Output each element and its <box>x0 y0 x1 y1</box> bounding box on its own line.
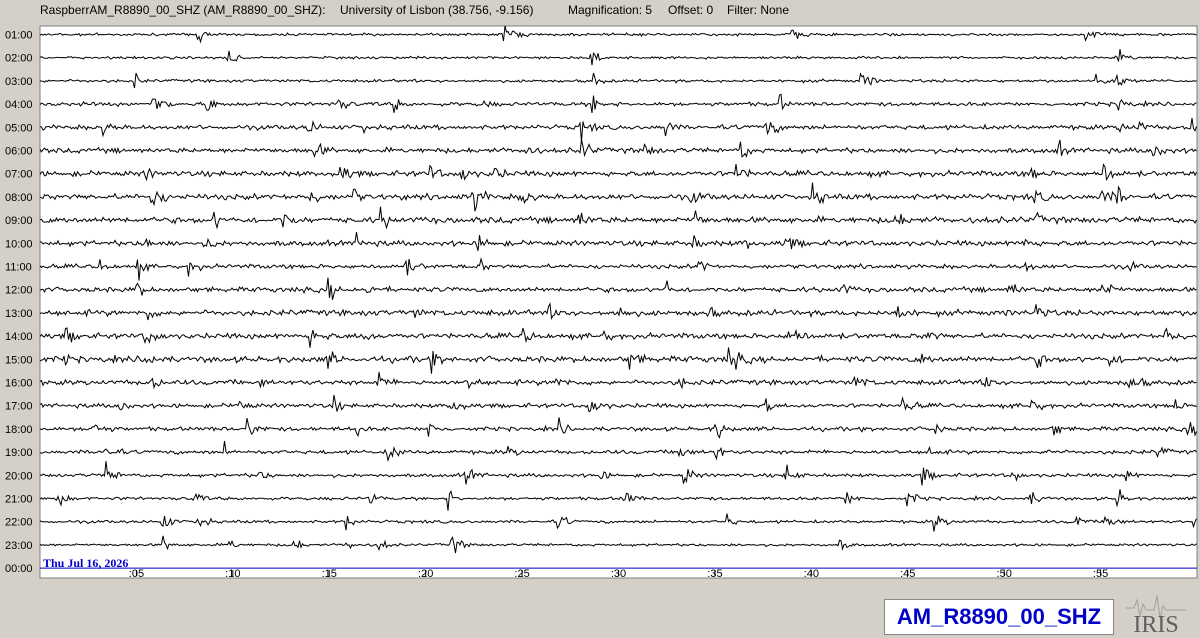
x-tick-label: :05 <box>129 568 144 580</box>
station-location: University of Lisbon (38.756, -9.156) <box>340 3 534 17</box>
row-label: 09:00 <box>5 215 33 227</box>
row-label: 01:00 <box>5 30 33 42</box>
x-tick-label: :45 <box>900 568 915 580</box>
row-label: 12:00 <box>5 285 33 297</box>
row-label: 02:00 <box>5 53 33 65</box>
row-label: 08:00 <box>5 192 33 204</box>
row-label: 19:00 <box>5 447 33 459</box>
row-label: 17:00 <box>5 401 33 413</box>
iris-logo: IRIS <box>1120 588 1192 636</box>
row-label: 10:00 <box>5 238 33 250</box>
date-label: Thu Jul 16, 2026 <box>43 556 128 570</box>
row-label: 22:00 <box>5 517 33 529</box>
station-description: RaspberrAM_R8890_00_SHZ (AM_R8890_00_SHZ… <box>40 3 326 17</box>
row-label: 16:00 <box>5 378 33 390</box>
iris-logo-text: IRIS <box>1133 612 1178 636</box>
header-bar: RaspberrAM_R8890_00_SHZ (AM_R8890_00_SHZ… <box>0 0 1200 22</box>
x-tick-label: :30 <box>611 568 626 580</box>
row-label: 14:00 <box>5 331 33 343</box>
helicorder-svg: 01:00 02:00 03:00 04:00 05:00 06:00 07:00 08:00… <box>5 25 1198 580</box>
x-tick-label: :15 <box>322 568 337 580</box>
offset-label: Offset: 0 <box>668 3 714 17</box>
station-label: AM_R8890_00_SHZ <box>884 599 1114 635</box>
row-label: 18:00 <box>5 424 33 436</box>
row-label: 23:00 <box>5 540 33 552</box>
helicorder-plot: 01:00 02:00 03:00 04:00 05:00 06:00 07:00 08:00… <box>0 22 1200 580</box>
row-label: 20:00 <box>5 470 33 482</box>
row-label: 15:00 <box>5 354 33 366</box>
x-tick-label: :35 <box>707 568 722 580</box>
filter-label: Filter: None <box>727 3 790 17</box>
magnification-label: Magnification: 5 <box>568 3 653 17</box>
x-tick-label: :10 <box>225 568 240 580</box>
row-label: 13:00 <box>5 308 33 320</box>
x-tick-label: :50 <box>997 568 1012 580</box>
row-label: 05:00 <box>5 122 33 134</box>
row-label: 07:00 <box>5 169 33 181</box>
x-tick-label: :55 <box>1093 568 1108 580</box>
x-tick-label: :20 <box>418 568 433 580</box>
row-label: 06:00 <box>5 146 33 158</box>
row-label: 03:00 <box>5 76 33 88</box>
plot-area <box>39 25 1198 579</box>
row-label: 11:00 <box>5 262 32 274</box>
row-label: 04:00 <box>5 99 33 111</box>
x-tick-label: :25 <box>514 568 529 580</box>
row-label: 00:00 <box>5 563 33 575</box>
row-label: 21:00 <box>5 494 33 506</box>
footer: AM_R8890_00_SHZ IRIS <box>0 580 1200 638</box>
x-tick-label: :40 <box>804 568 819 580</box>
